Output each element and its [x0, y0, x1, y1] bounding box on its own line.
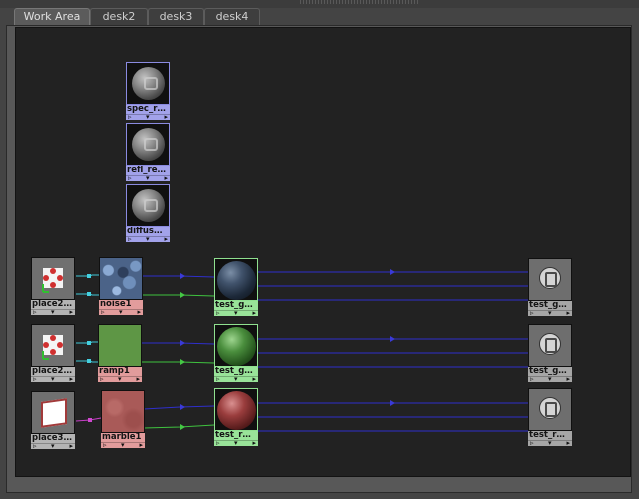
node-port-bar[interactable]: ▹ ▾ ▸ — [101, 442, 145, 449]
node-port-bar[interactable]: ▹ ▾ ▸ — [528, 310, 572, 317]
node-diffuse-shader[interactable]: diffus… ▹ ▾ ▸ — [126, 184, 170, 243]
node-swatch — [126, 123, 170, 166]
node-material-1[interactable]: test_g… ▹ ▾ ▸ — [214, 258, 258, 317]
node-place3d[interactable]: place3… ▹ ▾ ▸ — [31, 391, 75, 450]
place3d-cube-icon — [41, 398, 67, 428]
node-port-bar[interactable]: ▹ ▾ ▸ — [126, 114, 170, 121]
node-port-bar[interactable]: ▹ ▾ ▸ — [98, 376, 142, 383]
noise-texture-swatch — [99, 257, 143, 300]
node-shading-group-2[interactable]: test_g… ▹ ▾ ▸ — [528, 324, 572, 383]
node-shading-group-3[interactable]: test_r… ▹ ▾ ▸ — [528, 388, 572, 447]
node-material-3[interactable]: test_r… ▹ ▾ ▸ — [214, 388, 258, 447]
node-swatch — [528, 258, 572, 301]
node-swatch — [126, 184, 170, 227]
node-swatch — [31, 257, 75, 300]
node-place2d-2[interactable]: place2… ▹ ▾ ▸ — [31, 324, 75, 383]
ramp-texture-swatch — [98, 324, 142, 367]
node-swatch — [214, 258, 258, 301]
node-swatch — [214, 324, 258, 367]
node-port-bar[interactable]: ▹ ▾ ▸ — [528, 440, 572, 447]
node-shading-group-1[interactable]: test_g… ▹ ▾ ▸ — [528, 258, 572, 317]
node-port-bar[interactable]: ▹ ▾ ▸ — [126, 175, 170, 182]
panel-resize-grip[interactable] — [300, 0, 420, 4]
node-place2d-1[interactable]: place2… ▹ ▾ ▸ — [31, 257, 75, 316]
node-spec-shader[interactable]: spec_r… ▹ ▾ ▸ — [126, 62, 170, 121]
node-port-bar[interactable]: ▹ ▾ ▸ — [31, 376, 75, 383]
node-refl-shader[interactable]: refl_re… ▹ ▾ ▸ — [126, 123, 170, 182]
node-swatch — [31, 391, 75, 434]
node-port-bar[interactable]: ▹ ▾ ▸ — [99, 309, 143, 316]
tab-work-area[interactable]: Work Area — [14, 8, 90, 25]
node-marble-texture[interactable]: marble1 ▹ ▾ ▸ — [101, 390, 145, 449]
node-port-bar[interactable]: ▹ ▾ ▸ — [31, 443, 75, 450]
node-port-bar[interactable]: ▹ ▾ ▸ — [214, 376, 258, 383]
shading-group-icon — [539, 333, 561, 355]
node-port-bar[interactable]: ▹ ▾ ▸ — [528, 376, 572, 383]
node-swatch — [214, 388, 258, 431]
material-sphere-icon — [217, 261, 256, 300]
marble-texture-swatch — [101, 390, 145, 433]
node-port-bar[interactable]: ▹ ▾ ▸ — [214, 440, 258, 447]
place2d-texture-icon — [42, 268, 63, 293]
node-swatch — [126, 62, 170, 105]
node-swatch — [31, 324, 75, 367]
node-noise-texture[interactable]: noise1 ▹ ▾ ▸ — [99, 257, 143, 316]
tab-desk2[interactable]: desk2 — [90, 8, 148, 25]
node-ramp-texture[interactable]: ramp1 ▹ ▾ ▸ — [98, 324, 142, 383]
material-sphere-icon — [217, 327, 256, 366]
tab-desk3[interactable]: desk3 — [148, 8, 204, 25]
shading-group-icon — [539, 267, 561, 289]
node-swatch — [528, 324, 572, 367]
node-port-bar[interactable]: ▹ ▾ ▸ — [31, 309, 75, 316]
node-port-bar[interactable]: ▹ ▾ ▸ — [126, 236, 170, 243]
sphere-swatch-icon — [132, 189, 165, 222]
node-material-2[interactable]: test_g… ▹ ▾ ▸ — [214, 324, 258, 383]
place2d-texture-icon — [42, 335, 63, 360]
sphere-swatch-icon — [132, 67, 165, 100]
material-sphere-icon — [217, 391, 256, 430]
shading-group-icon — [539, 397, 561, 419]
node-port-bar[interactable]: ▹ ▾ ▸ — [214, 310, 258, 317]
node-swatch — [528, 388, 572, 431]
sphere-swatch-icon — [132, 128, 165, 161]
tab-desk4[interactable]: desk4 — [204, 8, 260, 25]
